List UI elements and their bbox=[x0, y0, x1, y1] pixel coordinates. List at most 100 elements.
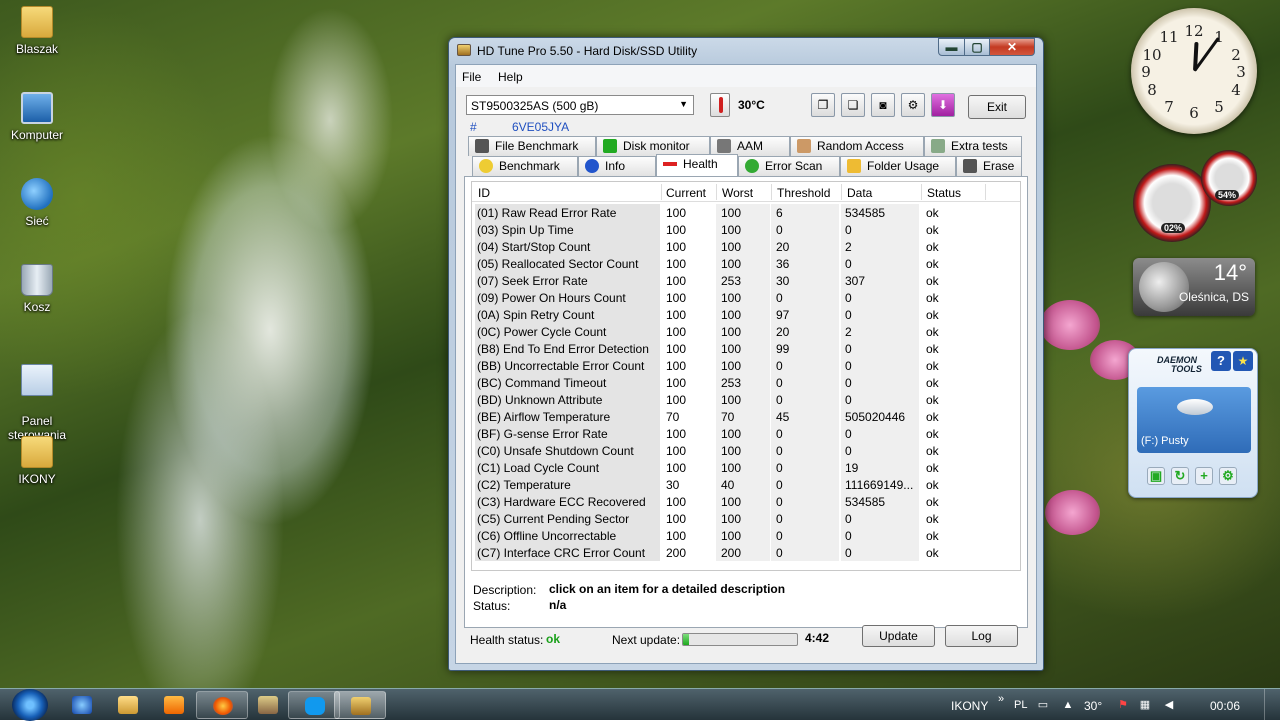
language-indicator[interactable]: PL bbox=[1014, 699, 1027, 711]
screenshot-camera-icon[interactable]: ◙ bbox=[871, 93, 895, 117]
taskbar-firefox[interactable] bbox=[196, 691, 248, 719]
table-row[interactable]: (BE) Airflow Temperature 70 70 45 505020446 o… bbox=[475, 408, 1020, 425]
column-header-data[interactable]: Data bbox=[847, 186, 872, 200]
refresh-icon[interactable]: ↻ bbox=[1171, 467, 1189, 485]
cell-data: 307 bbox=[845, 274, 866, 288]
add-icon[interactable]: + bbox=[1195, 467, 1213, 485]
table-row[interactable]: (07) Seek Error Rate 100 253 30 307 ok bbox=[475, 272, 1020, 289]
settings-icon[interactable]: ⚙ bbox=[1219, 467, 1237, 485]
table-row[interactable]: (BB) Uncorrectable Error Count 100 100 0 0 ok bbox=[475, 357, 1020, 374]
tab-random-access[interactable]: Random Access bbox=[790, 136, 924, 156]
close-button[interactable]: ✕ bbox=[989, 38, 1035, 56]
table-row[interactable]: (09) Power On Hours Count 100 100 0 0 ok bbox=[475, 289, 1020, 306]
virtual-drive-panel[interactable]: (F:) Pusty bbox=[1137, 387, 1251, 453]
volume-icon[interactable]: ◀ bbox=[1162, 699, 1176, 711]
mount-icon[interactable]: ▣ bbox=[1147, 467, 1165, 485]
table-row[interactable]: (BD) Unknown Attribute 100 100 0 0 ok bbox=[475, 391, 1020, 408]
taskbar-media-player[interactable] bbox=[148, 691, 200, 719]
status-label: Status: bbox=[473, 599, 511, 613]
tab-erase[interactable]: Erase bbox=[956, 156, 1022, 176]
cpu-meter-gadget[interactable]: 02% 54% bbox=[1131, 150, 1257, 246]
tray-clock[interactable]: 00:06 bbox=[1210, 699, 1240, 713]
taskbar-internet-explorer[interactable] bbox=[56, 691, 108, 719]
taskbar-skype[interactable] bbox=[288, 691, 340, 719]
table-row[interactable]: (0C) Power Cycle Count 100 100 20 2 ok bbox=[475, 323, 1020, 340]
table-row[interactable]: (C3) Hardware ECC Recovered 100 100 0 534585… bbox=[475, 493, 1020, 510]
copy-text-icon[interactable]: ❐ bbox=[811, 93, 835, 117]
column-header-worst[interactable]: Worst bbox=[722, 186, 753, 200]
taskbar-tool[interactable] bbox=[242, 691, 294, 719]
tab-extra-tests[interactable]: Extra tests bbox=[924, 136, 1022, 156]
table-row[interactable]: (C6) Offline Uncorrectable 100 100 0 0 ok bbox=[475, 527, 1020, 544]
minimize-button[interactable]: ▬ bbox=[938, 38, 965, 56]
table-row[interactable]: (03) Spin Up Time 100 100 0 0 ok bbox=[475, 221, 1020, 238]
copy-all-icon[interactable]: ❏ bbox=[841, 93, 865, 117]
clock-gadget[interactable]: 12 1 2 3 4 5 6 7 8 9 10 11 bbox=[1131, 8, 1257, 134]
show-hidden-icons-icon[interactable]: ▲ bbox=[1061, 699, 1075, 711]
exit-button[interactable]: Exit bbox=[968, 95, 1026, 119]
tray-temperature[interactable]: 30° bbox=[1084, 699, 1102, 713]
table-row[interactable]: (0A) Spin Retry Count 100 100 97 0 ok bbox=[475, 306, 1020, 323]
title-bar[interactable]: HD Tune Pro 5.50 - Hard Disk/SSD Utility… bbox=[449, 38, 1043, 64]
table-row[interactable]: (C5) Current Pending Sector 100 100 0 0 ok bbox=[475, 510, 1020, 527]
keyboard-icon[interactable]: ▭ bbox=[1036, 699, 1050, 711]
tab-folder-usage[interactable]: Folder Usage bbox=[840, 156, 956, 176]
table-row[interactable]: (C7) Interface CRC Error Count 200 200 0 0 ok bbox=[475, 544, 1020, 561]
chevron-right-icon[interactable]: » bbox=[994, 693, 1008, 705]
tab-benchmark[interactable]: Benchmark bbox=[472, 156, 578, 176]
table-row[interactable]: (C1) Load Cycle Count 100 100 0 19 ok bbox=[475, 459, 1020, 476]
tab-disk-monitor[interactable]: Disk monitor bbox=[596, 136, 710, 156]
action-center-flag-icon[interactable]: ⚑ bbox=[1116, 699, 1130, 711]
table-row[interactable]: (01) Raw Read Error Rate 100 100 6 534585 ok bbox=[475, 204, 1020, 221]
column-header-current[interactable]: Current bbox=[666, 186, 706, 200]
weather-city: Oleśnica, DS bbox=[1178, 290, 1249, 304]
table-row[interactable]: (BF) G-sense Error Rate 100 100 0 0 ok bbox=[475, 425, 1020, 442]
desktop-icon-network[interactable]: Sieć bbox=[2, 178, 72, 228]
network-icon[interactable]: ▦ bbox=[1138, 699, 1152, 711]
desktop-icon-recycle-bin[interactable]: Kosz bbox=[2, 264, 72, 314]
column-shade bbox=[841, 510, 919, 527]
tab-aam[interactable]: AAM bbox=[710, 136, 790, 156]
table-row[interactable]: (BC) Command Timeout 100 253 0 0 ok bbox=[475, 374, 1020, 391]
tab-file-benchmark[interactable]: File Benchmark bbox=[468, 136, 596, 156]
table-row[interactable]: (05) Reallocated Sector Count 100 100 36 0 ok bbox=[475, 255, 1020, 272]
column-header-threshold[interactable]: Threshold bbox=[777, 186, 830, 200]
tray-toolbar-ikony[interactable]: IKONY bbox=[951, 699, 988, 713]
star-icon[interactable]: ★ bbox=[1233, 351, 1253, 371]
desktop-icon-ikony[interactable]: IKONY bbox=[2, 436, 72, 486]
menu-file[interactable]: File bbox=[462, 70, 481, 84]
disk-monitor-icon bbox=[603, 139, 617, 153]
tab-info[interactable]: Info bbox=[578, 156, 656, 176]
log-button[interactable]: Log bbox=[945, 625, 1018, 647]
smart-table[interactable]: ID Current Worst Threshold Data Status (… bbox=[471, 181, 1021, 571]
start-button[interactable] bbox=[12, 689, 48, 721]
table-row[interactable]: (04) Start/Stop Count 100 100 20 2 ok bbox=[475, 238, 1020, 255]
column-header-status[interactable]: Status bbox=[927, 186, 961, 200]
cell-id: (C3) Hardware ECC Recovered bbox=[475, 493, 660, 510]
column-header-id[interactable]: ID bbox=[478, 186, 490, 200]
folder-icon bbox=[21, 436, 53, 468]
clock-number: 3 bbox=[1236, 63, 1246, 81]
table-row[interactable]: (B8) End To End Error Detection 100 100 99 0… bbox=[475, 340, 1020, 357]
clock-number: 7 bbox=[1164, 98, 1174, 116]
cell-threshold: 0 bbox=[776, 223, 783, 237]
options-icon[interactable]: ⚙ bbox=[901, 93, 925, 117]
daemon-tools-gadget[interactable]: DAEMON TOOLS ? ★ (F:) Pusty ▣ ↻ + ⚙ bbox=[1128, 348, 1258, 498]
weather-gadget[interactable]: 14° Oleśnica, DS bbox=[1133, 258, 1255, 316]
tab-health[interactable]: Health bbox=[656, 154, 738, 176]
table-row[interactable]: (C2) Temperature 30 40 0 111669149... ok bbox=[475, 476, 1020, 493]
tab-error-scan[interactable]: Error Scan bbox=[738, 156, 840, 176]
maximize-button[interactable]: ▢ bbox=[964, 38, 990, 56]
taskbar-explorer[interactable] bbox=[102, 691, 154, 719]
desktop-icon-blaszak[interactable]: Blaszak bbox=[2, 6, 72, 56]
download-icon[interactable]: ⬇ bbox=[931, 93, 955, 117]
show-desktop-button[interactable] bbox=[1264, 689, 1280, 721]
help-button[interactable]: ? bbox=[1211, 351, 1231, 371]
next-update-label: Next update: bbox=[612, 633, 681, 647]
desktop-icon-komputer[interactable]: Komputer bbox=[2, 92, 72, 142]
taskbar-hdtune[interactable] bbox=[334, 691, 386, 719]
update-button[interactable]: Update bbox=[862, 625, 935, 647]
drive-select[interactable]: ST9500325AS (500 gB) ▼ bbox=[466, 95, 694, 115]
menu-help[interactable]: Help bbox=[498, 70, 523, 84]
table-row[interactable]: (C0) Unsafe Shutdown Count 100 100 0 0 ok bbox=[475, 442, 1020, 459]
